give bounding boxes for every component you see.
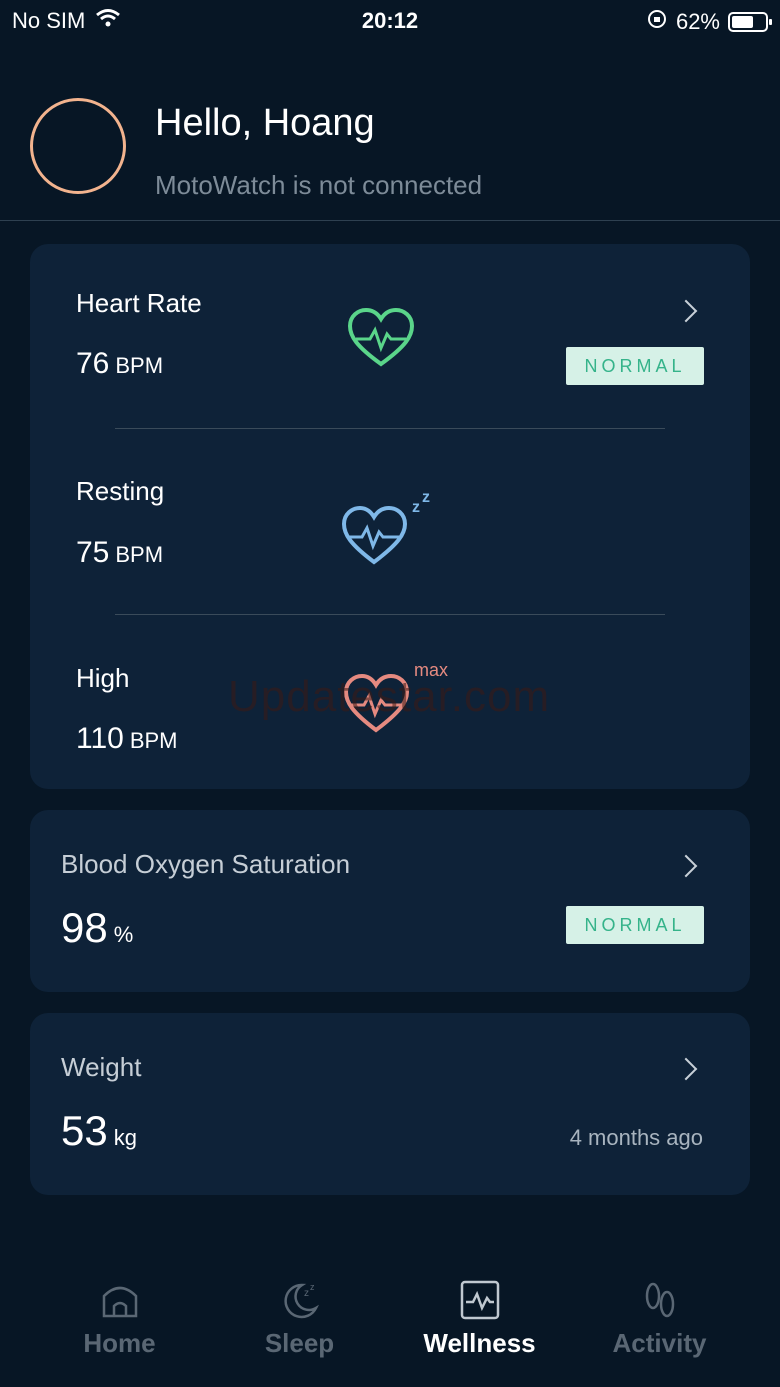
tab-activity-label: Activity [612, 1328, 707, 1358]
heart-rate-chevron-icon[interactable] [674, 299, 698, 323]
heart-rate-value: 76 BPM [76, 347, 164, 380]
heart-rate-status-badge: NORMAL [566, 347, 704, 385]
footprints-icon [640, 1280, 680, 1320]
weight-updated: 4 months ago [569, 1125, 703, 1150]
svg-text:z: z [304, 1288, 309, 1299]
battery-icon [728, 12, 772, 32]
tab-sleep[interactable]: zz Sleep [202, 1262, 397, 1359]
blood-oxygen-title: Blood Oxygen Saturation [61, 849, 351, 879]
sleep-icon: zz [280, 1280, 320, 1320]
tab-home[interactable]: Home [22, 1262, 217, 1359]
battery-percent: 62% [675, 9, 720, 34]
weight-card[interactable]: Weight 53 kg 4 months ago [30, 1013, 750, 1195]
weight-value: 53 kg [61, 1107, 137, 1154]
orientation-lock-icon [646, 8, 668, 36]
status-bar: No SIM 20:12 62% [0, 0, 780, 40]
connection-status: MotoWatch is not connected [155, 170, 483, 200]
divider [115, 428, 665, 429]
weight-title: Weight [61, 1052, 142, 1082]
wellness-icon [460, 1280, 500, 1320]
tab-home-label: Home [83, 1328, 156, 1358]
heart-sleep-icon: zz [340, 486, 440, 571]
watermark: Updatestar.com [228, 672, 551, 721]
tab-activity[interactable]: Activity [562, 1262, 757, 1359]
blood-oxygen-status-badge: NORMAL [566, 906, 704, 944]
svg-text:z: z [412, 499, 420, 516]
greeting-text: Hello, Hoang [155, 102, 375, 144]
heart-rate-title: Heart Rate [76, 288, 202, 318]
avatar[interactable] [30, 98, 126, 194]
resting-title: Resting [76, 476, 165, 506]
tab-wellness[interactable]: Wellness [382, 1262, 577, 1359]
profile-header: Hello, Hoang MotoWatch is not connected [0, 40, 780, 221]
tab-wellness-label: Wellness [423, 1328, 536, 1358]
resting-value: 75 BPM [76, 536, 164, 569]
blood-oxygen-value: 98% [61, 904, 134, 951]
tab-bar: Home zz Sleep Wellness Activity [0, 1262, 780, 1387]
weight-chevron-icon[interactable] [674, 1057, 698, 1081]
home-icon [100, 1280, 140, 1320]
high-title: High [76, 663, 130, 693]
tab-sleep-label: Sleep [264, 1328, 335, 1358]
blood-oxygen-chevron-icon[interactable] [674, 854, 698, 878]
high-value: 110 BPM [76, 722, 178, 755]
heart-pulse-icon [346, 306, 416, 375]
svg-text:z: z [422, 489, 430, 506]
divider [115, 614, 665, 615]
blood-oxygen-card[interactable]: Blood Oxygen Saturation 98% NORMAL [30, 810, 750, 992]
svg-text:z: z [310, 1282, 315, 1292]
